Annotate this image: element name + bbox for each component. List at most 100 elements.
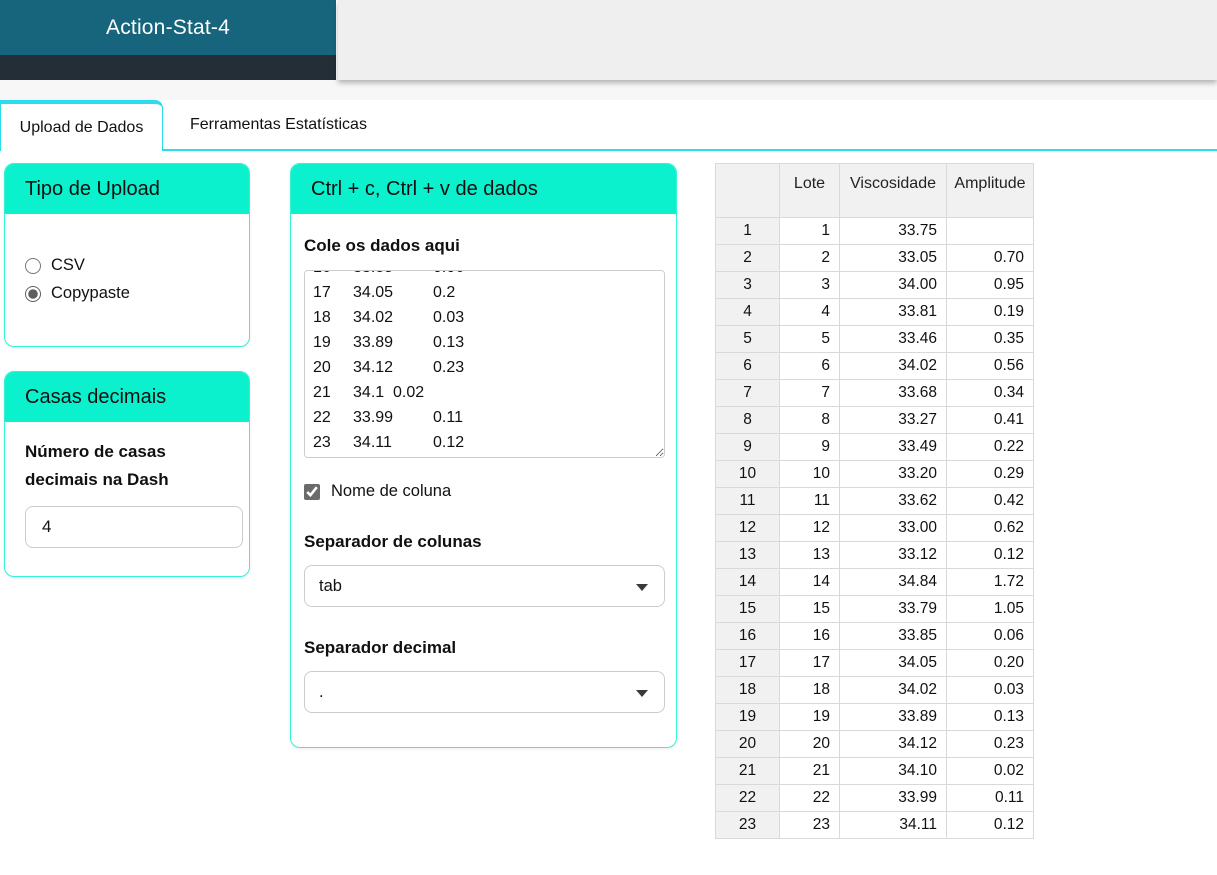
column-separator-dropdown[interactable]: tab (304, 565, 665, 607)
tab-ferramentas-estatisticas[interactable]: Ferramentas Estatísticas (163, 100, 394, 149)
paste-card: Ctrl + c, Ctrl + v de dados Cole os dado… (290, 163, 677, 748)
table-header-row: Lote Viscosidade Amplitude (715, 163, 1034, 218)
data-cell[interactable]: 34.84 (839, 568, 947, 596)
data-cell[interactable]: 14 (779, 568, 840, 596)
data-cell[interactable]: 0.11 (946, 784, 1034, 812)
data-cell[interactable]: 0.19 (946, 298, 1034, 326)
data-cell[interactable]: 33.05 (839, 244, 947, 272)
brand-banner: Action-Stat-4 (0, 0, 336, 55)
data-cell[interactable]: 0.02 (946, 757, 1034, 785)
data-cell[interactable]: 0.56 (946, 352, 1034, 380)
data-cell[interactable]: 0.95 (946, 271, 1034, 299)
data-cell[interactable]: 7 (779, 379, 840, 407)
data-cell[interactable]: 0.41 (946, 406, 1034, 434)
data-cell[interactable]: 1 (779, 217, 840, 245)
data-cell[interactable]: 16 (779, 622, 840, 650)
data-cell[interactable]: 0.70 (946, 244, 1034, 272)
data-cell[interactable] (946, 217, 1034, 245)
data-cell[interactable]: 34.02 (839, 352, 947, 380)
table-row: 9 9 33.49 0.22 (715, 433, 1034, 461)
paste-textarea[interactable] (304, 270, 665, 458)
data-cell[interactable]: 33.49 (839, 433, 947, 461)
data-cell[interactable]: 0.12 (946, 541, 1034, 569)
data-cell[interactable]: 0.23 (946, 730, 1034, 758)
column-header-amplitude: Amplitude (946, 163, 1034, 218)
row-index-cell: 20 (715, 730, 780, 758)
data-cell[interactable]: 33.85 (839, 622, 947, 650)
radio-option-copypaste[interactable]: Copypaste (25, 284, 229, 303)
data-cell[interactable]: 0.06 (946, 622, 1034, 650)
data-cell[interactable]: 34.02 (839, 676, 947, 704)
data-cell[interactable]: 17 (779, 649, 840, 677)
decimal-separator-dropdown[interactable]: . (304, 671, 665, 713)
decimals-input[interactable] (25, 506, 243, 548)
data-cell[interactable]: 34.00 (839, 271, 947, 299)
row-index-cell: 12 (715, 514, 780, 542)
data-cell[interactable]: 8 (779, 406, 840, 434)
data-cell[interactable]: 34.11 (839, 811, 947, 839)
data-cell[interactable]: 10 (779, 460, 840, 488)
data-cell[interactable]: 34.05 (839, 649, 947, 677)
row-index-cell: 1 (715, 217, 780, 245)
radio-csv[interactable] (25, 257, 41, 274)
data-cell[interactable]: 23 (779, 811, 840, 839)
data-cell[interactable]: 0.03 (946, 676, 1034, 704)
data-cell[interactable]: 13 (779, 541, 840, 569)
data-cell[interactable]: 12 (779, 514, 840, 542)
data-cell[interactable]: 0.12 (946, 811, 1034, 839)
data-cell[interactable]: 0.22 (946, 433, 1034, 461)
data-cell[interactable]: 0.29 (946, 460, 1034, 488)
row-index-cell: 9 (715, 433, 780, 461)
data-cell[interactable]: 6 (779, 352, 840, 380)
table-row: 4 4 33.81 0.19 (715, 298, 1034, 326)
data-cell[interactable]: 0.35 (946, 325, 1034, 353)
row-index-cell: 6 (715, 352, 780, 380)
data-cell[interactable]: 33.89 (839, 703, 947, 731)
data-cell[interactable]: 21 (779, 757, 840, 785)
data-cell[interactable]: 34.12 (839, 730, 947, 758)
data-cell[interactable]: 33.79 (839, 595, 947, 623)
data-cell[interactable]: 2 (779, 244, 840, 272)
data-cell[interactable]: 33.99 (839, 784, 947, 812)
column-names-checkbox[interactable] (304, 483, 320, 500)
row-index-cell: 11 (715, 487, 780, 515)
data-cell[interactable]: 5 (779, 325, 840, 353)
radio-option-csv[interactable]: CSV (25, 256, 229, 275)
data-cell[interactable]: 4 (779, 298, 840, 326)
data-cell[interactable]: 33.27 (839, 406, 947, 434)
data-cell[interactable]: 33.81 (839, 298, 947, 326)
data-cell[interactable]: 20 (779, 730, 840, 758)
data-cell[interactable]: 33.46 (839, 325, 947, 353)
radio-copypaste[interactable] (25, 285, 41, 302)
data-cell[interactable]: 18 (779, 676, 840, 704)
row-index-cell: 18 (715, 676, 780, 704)
data-cell[interactable]: 33.75 (839, 217, 947, 245)
table-row: 14 14 34.84 1.72 (715, 568, 1034, 596)
tab-upload-de-dados[interactable]: Upload de Dados (0, 100, 163, 151)
column-separator-label: Separador de colunas (304, 532, 482, 551)
data-cell[interactable]: 1.72 (946, 568, 1034, 596)
data-cell[interactable]: 34.10 (839, 757, 947, 785)
data-cell[interactable]: 3 (779, 271, 840, 299)
data-cell[interactable]: 0.42 (946, 487, 1034, 515)
app-header: Action-Stat-4 (0, 0, 1217, 80)
data-cell[interactable]: 9 (779, 433, 840, 461)
table-row: 18 18 34.02 0.03 (715, 676, 1034, 704)
data-cell[interactable]: 22 (779, 784, 840, 812)
data-cell[interactable]: 19 (779, 703, 840, 731)
data-cell[interactable]: 11 (779, 487, 840, 515)
data-cell[interactable]: 0.62 (946, 514, 1034, 542)
data-cell[interactable]: 0.34 (946, 379, 1034, 407)
data-cell[interactable]: 15 (779, 595, 840, 623)
data-cell[interactable]: 0.20 (946, 649, 1034, 677)
dropdown-value: tab (319, 576, 342, 595)
data-cell[interactable]: 1.05 (946, 595, 1034, 623)
data-cell[interactable]: 33.12 (839, 541, 947, 569)
data-cell[interactable]: 0.13 (946, 703, 1034, 731)
data-cell[interactable]: 33.68 (839, 379, 947, 407)
data-cell[interactable]: 33.20 (839, 460, 947, 488)
column-names-checkbox-row[interactable]: Nome de coluna (304, 482, 663, 501)
data-cell[interactable]: 33.00 (839, 514, 947, 542)
table-row: 8 8 33.27 0.41 (715, 406, 1034, 434)
data-cell[interactable]: 33.62 (839, 487, 947, 515)
